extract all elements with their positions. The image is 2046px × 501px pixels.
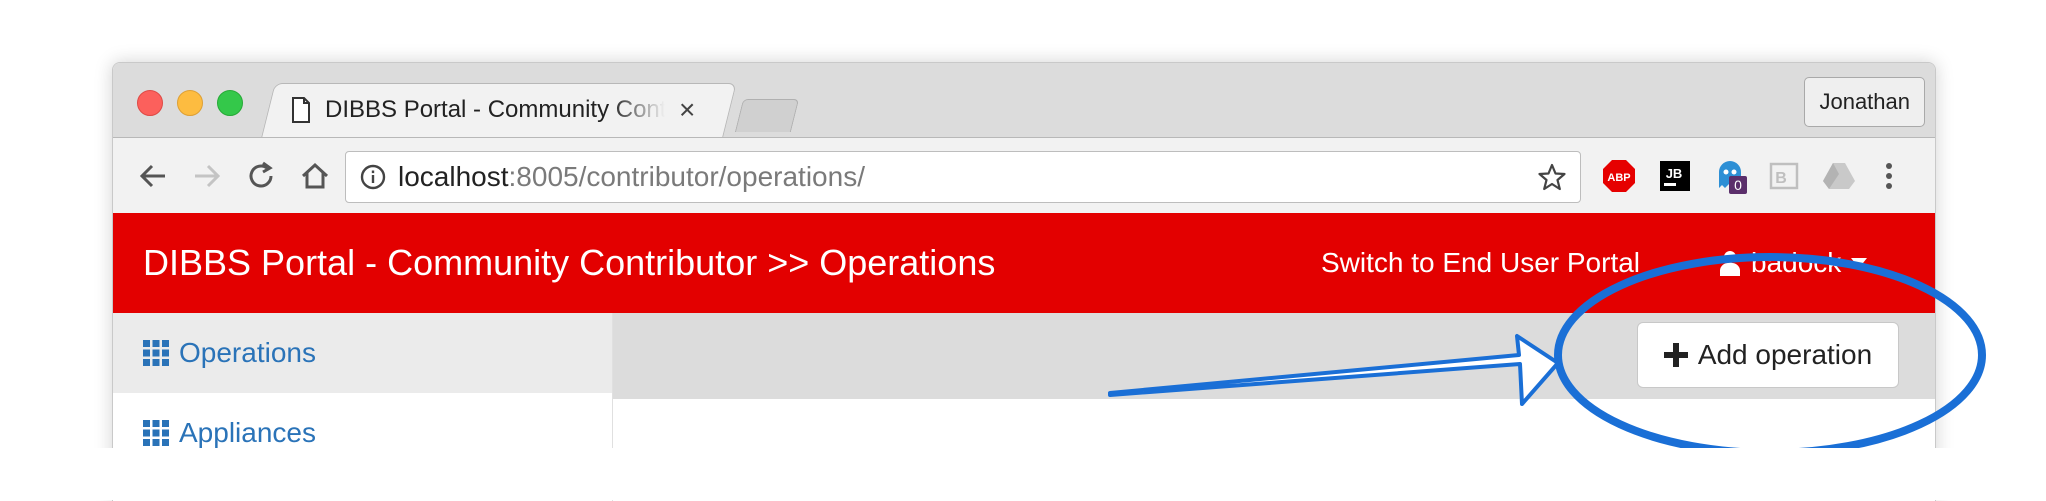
back-arrow-icon: [139, 164, 165, 188]
adblock-label: ABP: [1607, 172, 1630, 184]
page-title[interactable]: DIBBS Portal - Community Contributor >> …: [143, 213, 995, 313]
tab-close-icon[interactable]: ×: [679, 96, 695, 124]
ghostery-badge: 0: [1734, 177, 1742, 193]
bookmark-ext-label: B: [1775, 170, 1787, 187]
portal-navbar: DIBBS Portal - Community Contributor >> …: [113, 213, 1935, 313]
sidebar-item-label: Operations: [179, 337, 316, 368]
jetbrains-label: JB: [1666, 166, 1683, 181]
grid-icon: [143, 340, 169, 366]
new-tab-button[interactable]: [734, 99, 800, 132]
sidebar-item-label: Appliances: [179, 417, 316, 448]
back-button[interactable]: [133, 156, 173, 196]
user-icon: [1720, 251, 1740, 276]
maximize-window-button[interactable]: [217, 90, 243, 116]
reload-icon: [249, 161, 273, 188]
tab-title: DIBBS Portal - Community Contributor >> …: [325, 96, 665, 123]
add-operation-button[interactable]: Add operation: [1637, 322, 1899, 388]
browser-menu-icon[interactable]: [1871, 158, 1907, 194]
bookmark-ext-icon[interactable]: B: [1767, 158, 1803, 194]
jetbrains-square: JB: [1660, 161, 1690, 191]
google-drive-icon[interactable]: [1821, 158, 1857, 194]
adblock-plus-octagon: ABP: [1603, 160, 1635, 192]
close-window-button[interactable]: [137, 90, 163, 116]
home-icon: [301, 162, 329, 189]
address-bar[interactable]: localhost:8005/contributor/operations/: [345, 151, 1581, 203]
info-icon[interactable]: [360, 164, 386, 190]
bookmark-ext-square: B: [1769, 162, 1799, 190]
add-operation-label: Add operation: [1697, 339, 1873, 370]
caret-down-icon: [1851, 258, 1868, 268]
switch-portal-link[interactable]: Switch to End User Portal: [1321, 213, 1640, 313]
forward-arrow-icon: [195, 164, 221, 188]
forward-button[interactable]: [187, 156, 227, 196]
minimize-window-button[interactable]: [177, 90, 203, 116]
browser-toolbar: localhost:8005/contributor/operations/ A…: [113, 137, 1935, 215]
browser-window: DIBBS Portal - Community Contributor >> …: [112, 62, 1936, 501]
kebab-menu-icon: [1886, 163, 1892, 189]
plus-icon: [1663, 343, 1688, 367]
url-path: :8005/contributor/operations/: [508, 161, 865, 192]
user-menu[interactable]: badock: [1719, 213, 1868, 313]
reload-button[interactable]: [241, 156, 281, 196]
profile-button[interactable]: Jonathan: [1804, 77, 1925, 127]
screenshot-cutoff: [0, 448, 2046, 500]
adblock-plus-icon[interactable]: ABP: [1601, 158, 1637, 194]
bookmark-star-icon[interactable]: [1538, 163, 1566, 191]
url-text[interactable]: localhost:8005/contributor/operations/: [398, 152, 865, 202]
ghostery-icon[interactable]: 0: [1713, 158, 1749, 194]
page-icon: [292, 97, 310, 123]
tab-active[interactable]: DIBBS Portal - Community Contributor >> …: [291, 83, 711, 137]
title-bar: DIBBS Portal - Community Contributor >> …: [113, 63, 1935, 138]
user-name: badock: [1751, 247, 1842, 278]
home-button[interactable]: [295, 156, 335, 196]
ghost-icon: 0: [1719, 161, 1747, 194]
jetbrains-icon[interactable]: JB: [1657, 158, 1693, 194]
grid-icon: [143, 420, 169, 446]
url-host: localhost: [398, 161, 509, 192]
sidebar-item-operations[interactable]: Operations: [113, 313, 612, 393]
drive-triangle: [1823, 163, 1855, 189]
